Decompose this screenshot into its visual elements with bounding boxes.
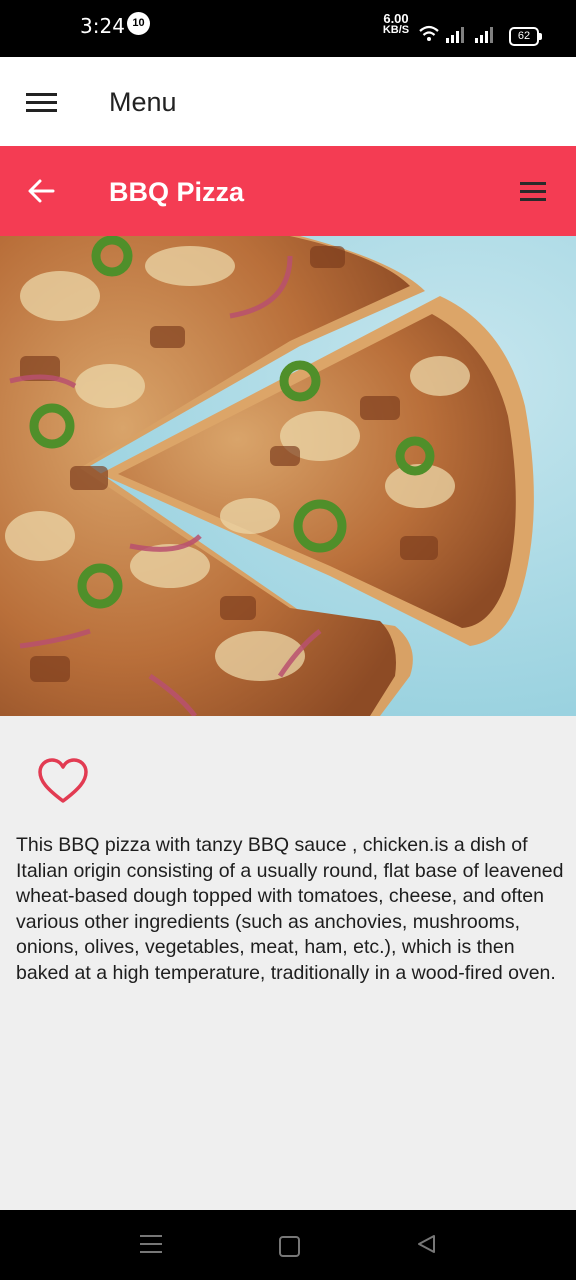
battery-icon: 62 [509,27,542,46]
cellular-signal-2-icon [475,27,493,43]
home-icon[interactable] [279,1236,300,1257]
wifi-icon [419,25,439,36]
options-menu-icon[interactable] [520,182,546,202]
menu-title: Menu [109,87,177,117]
network-speed: 6.00 KB/S [381,12,411,36]
page-title: BBQ Pizza [109,177,245,207]
status-bar: 3:24 10 6.00 KB/S 62 [0,0,576,57]
pizza-image [0,236,576,716]
pizza-photo [0,236,576,716]
hamburger-menu-icon[interactable] [26,93,57,113]
heart-outline-icon[interactable] [37,757,89,805]
network-speed-unit: KB/S [382,24,410,36]
status-time: 3:24 [80,14,125,38]
notification-count-badge: 10 [127,12,150,35]
cellular-signal-icon [446,27,464,43]
back-arrow-icon[interactable] [26,176,56,206]
pizza-description: This BBQ pizza with tanzy BBQ sauce , ch… [16,834,564,984]
nav-back-icon[interactable] [416,1234,436,1254]
recent-apps-icon[interactable] [140,1235,162,1255]
toolbar: BBQ Pizza [0,146,576,236]
menu-bar: Menu [0,57,576,146]
system-nav-bar [0,1210,576,1280]
signal-icons [419,25,493,43]
